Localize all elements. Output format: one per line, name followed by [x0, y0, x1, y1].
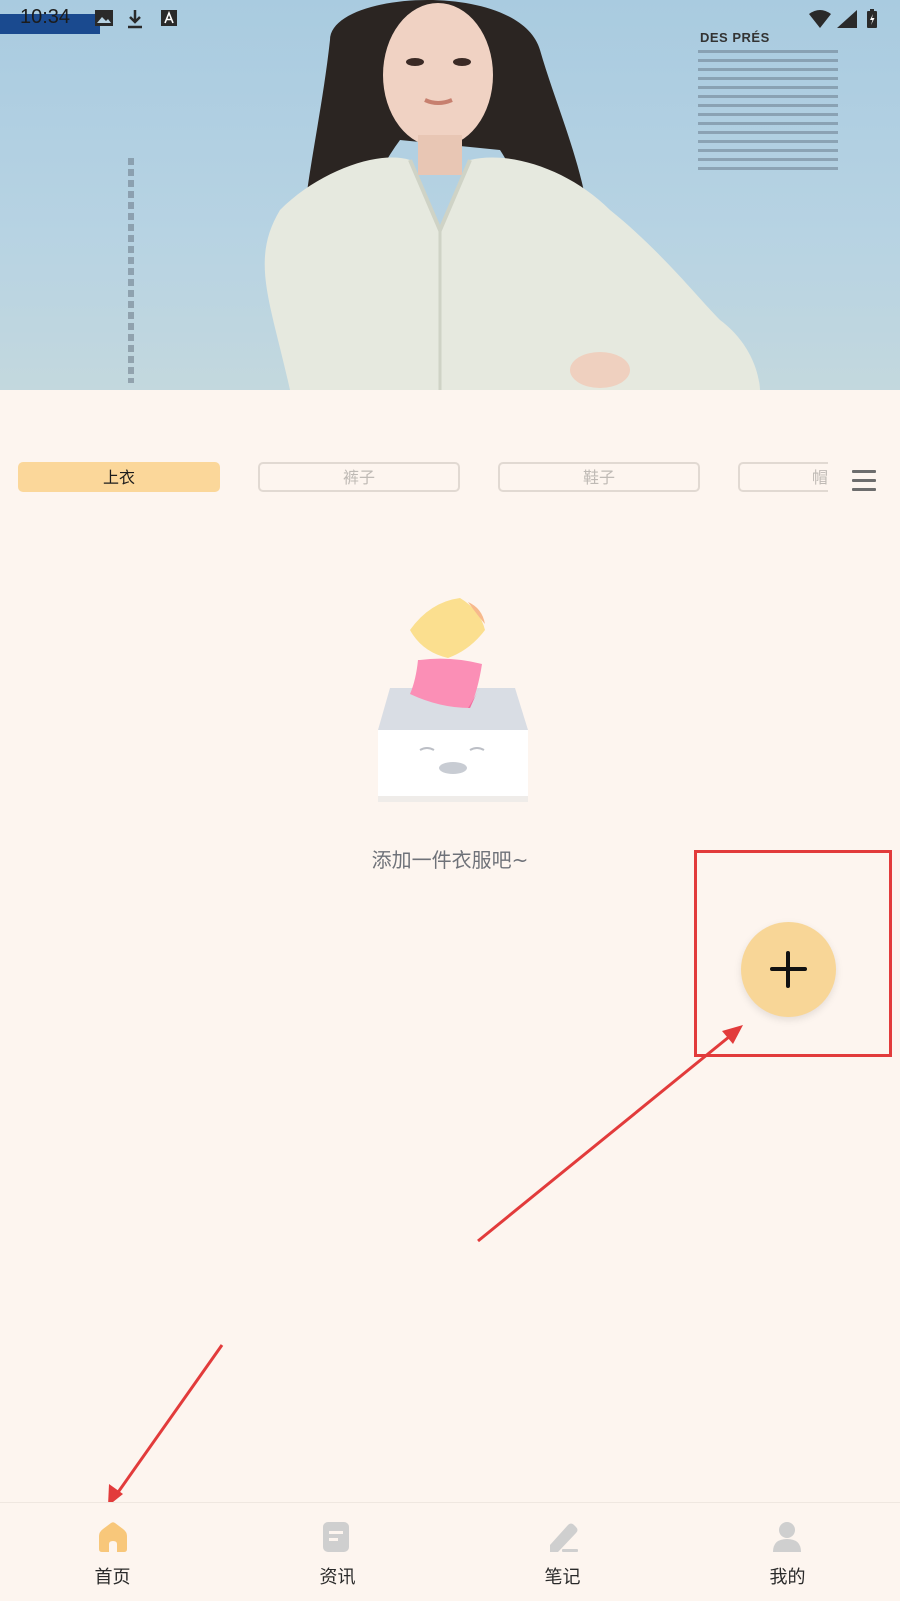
profile-icon: [773, 1522, 801, 1552]
magazine-text-block: [698, 50, 838, 176]
category-menu-icon[interactable]: [852, 470, 876, 497]
tab-hats[interactable]: 帽: [738, 462, 828, 492]
arrow-to-home-tab: [112, 1344, 224, 1499]
news-icon: [323, 1522, 349, 1552]
nav-item-home[interactable]: 首页: [0, 1503, 225, 1601]
magazine-vertical-text: [128, 158, 134, 383]
annotation-box-add-button: [694, 850, 892, 1057]
wifi-icon: [809, 10, 831, 28]
download-icon: [128, 10, 142, 29]
nav-label-home: 首页: [94, 1567, 131, 1588]
signal-icon: [837, 10, 857, 28]
nav-label-news: 资讯: [319, 1567, 356, 1588]
nav-item-profile[interactable]: 我的: [675, 1503, 900, 1601]
tab-shoes[interactable]: 鞋子: [498, 462, 700, 492]
category-tabs: 上衣 裤子 鞋子 帽: [0, 462, 900, 496]
nav-item-notes[interactable]: 笔记: [450, 1503, 675, 1601]
bottom-navigation: 首页 资讯 笔记 我的: [0, 1502, 900, 1601]
banner-image[interactable]: DES PRÉS: [0, 0, 900, 390]
battery-icon: [867, 9, 877, 28]
tab-tops[interactable]: 上衣: [18, 462, 220, 492]
status-time: 10:34: [20, 6, 71, 28]
status-bar: 10:34: [0, 0, 900, 36]
note-pen-icon: [550, 1523, 578, 1552]
nav-label-profile: 我的: [769, 1567, 806, 1588]
image-notification-icon: [95, 10, 113, 26]
nav-item-news[interactable]: 资讯: [225, 1503, 450, 1601]
nav-label-notes: 笔记: [544, 1567, 581, 1588]
empty-box-illustration: [378, 598, 528, 802]
arrow-to-add-button: [477, 1030, 736, 1243]
text-notification-icon: [161, 10, 177, 26]
tab-pants[interactable]: 裤子: [258, 462, 460, 492]
home-icon: [99, 1522, 127, 1552]
